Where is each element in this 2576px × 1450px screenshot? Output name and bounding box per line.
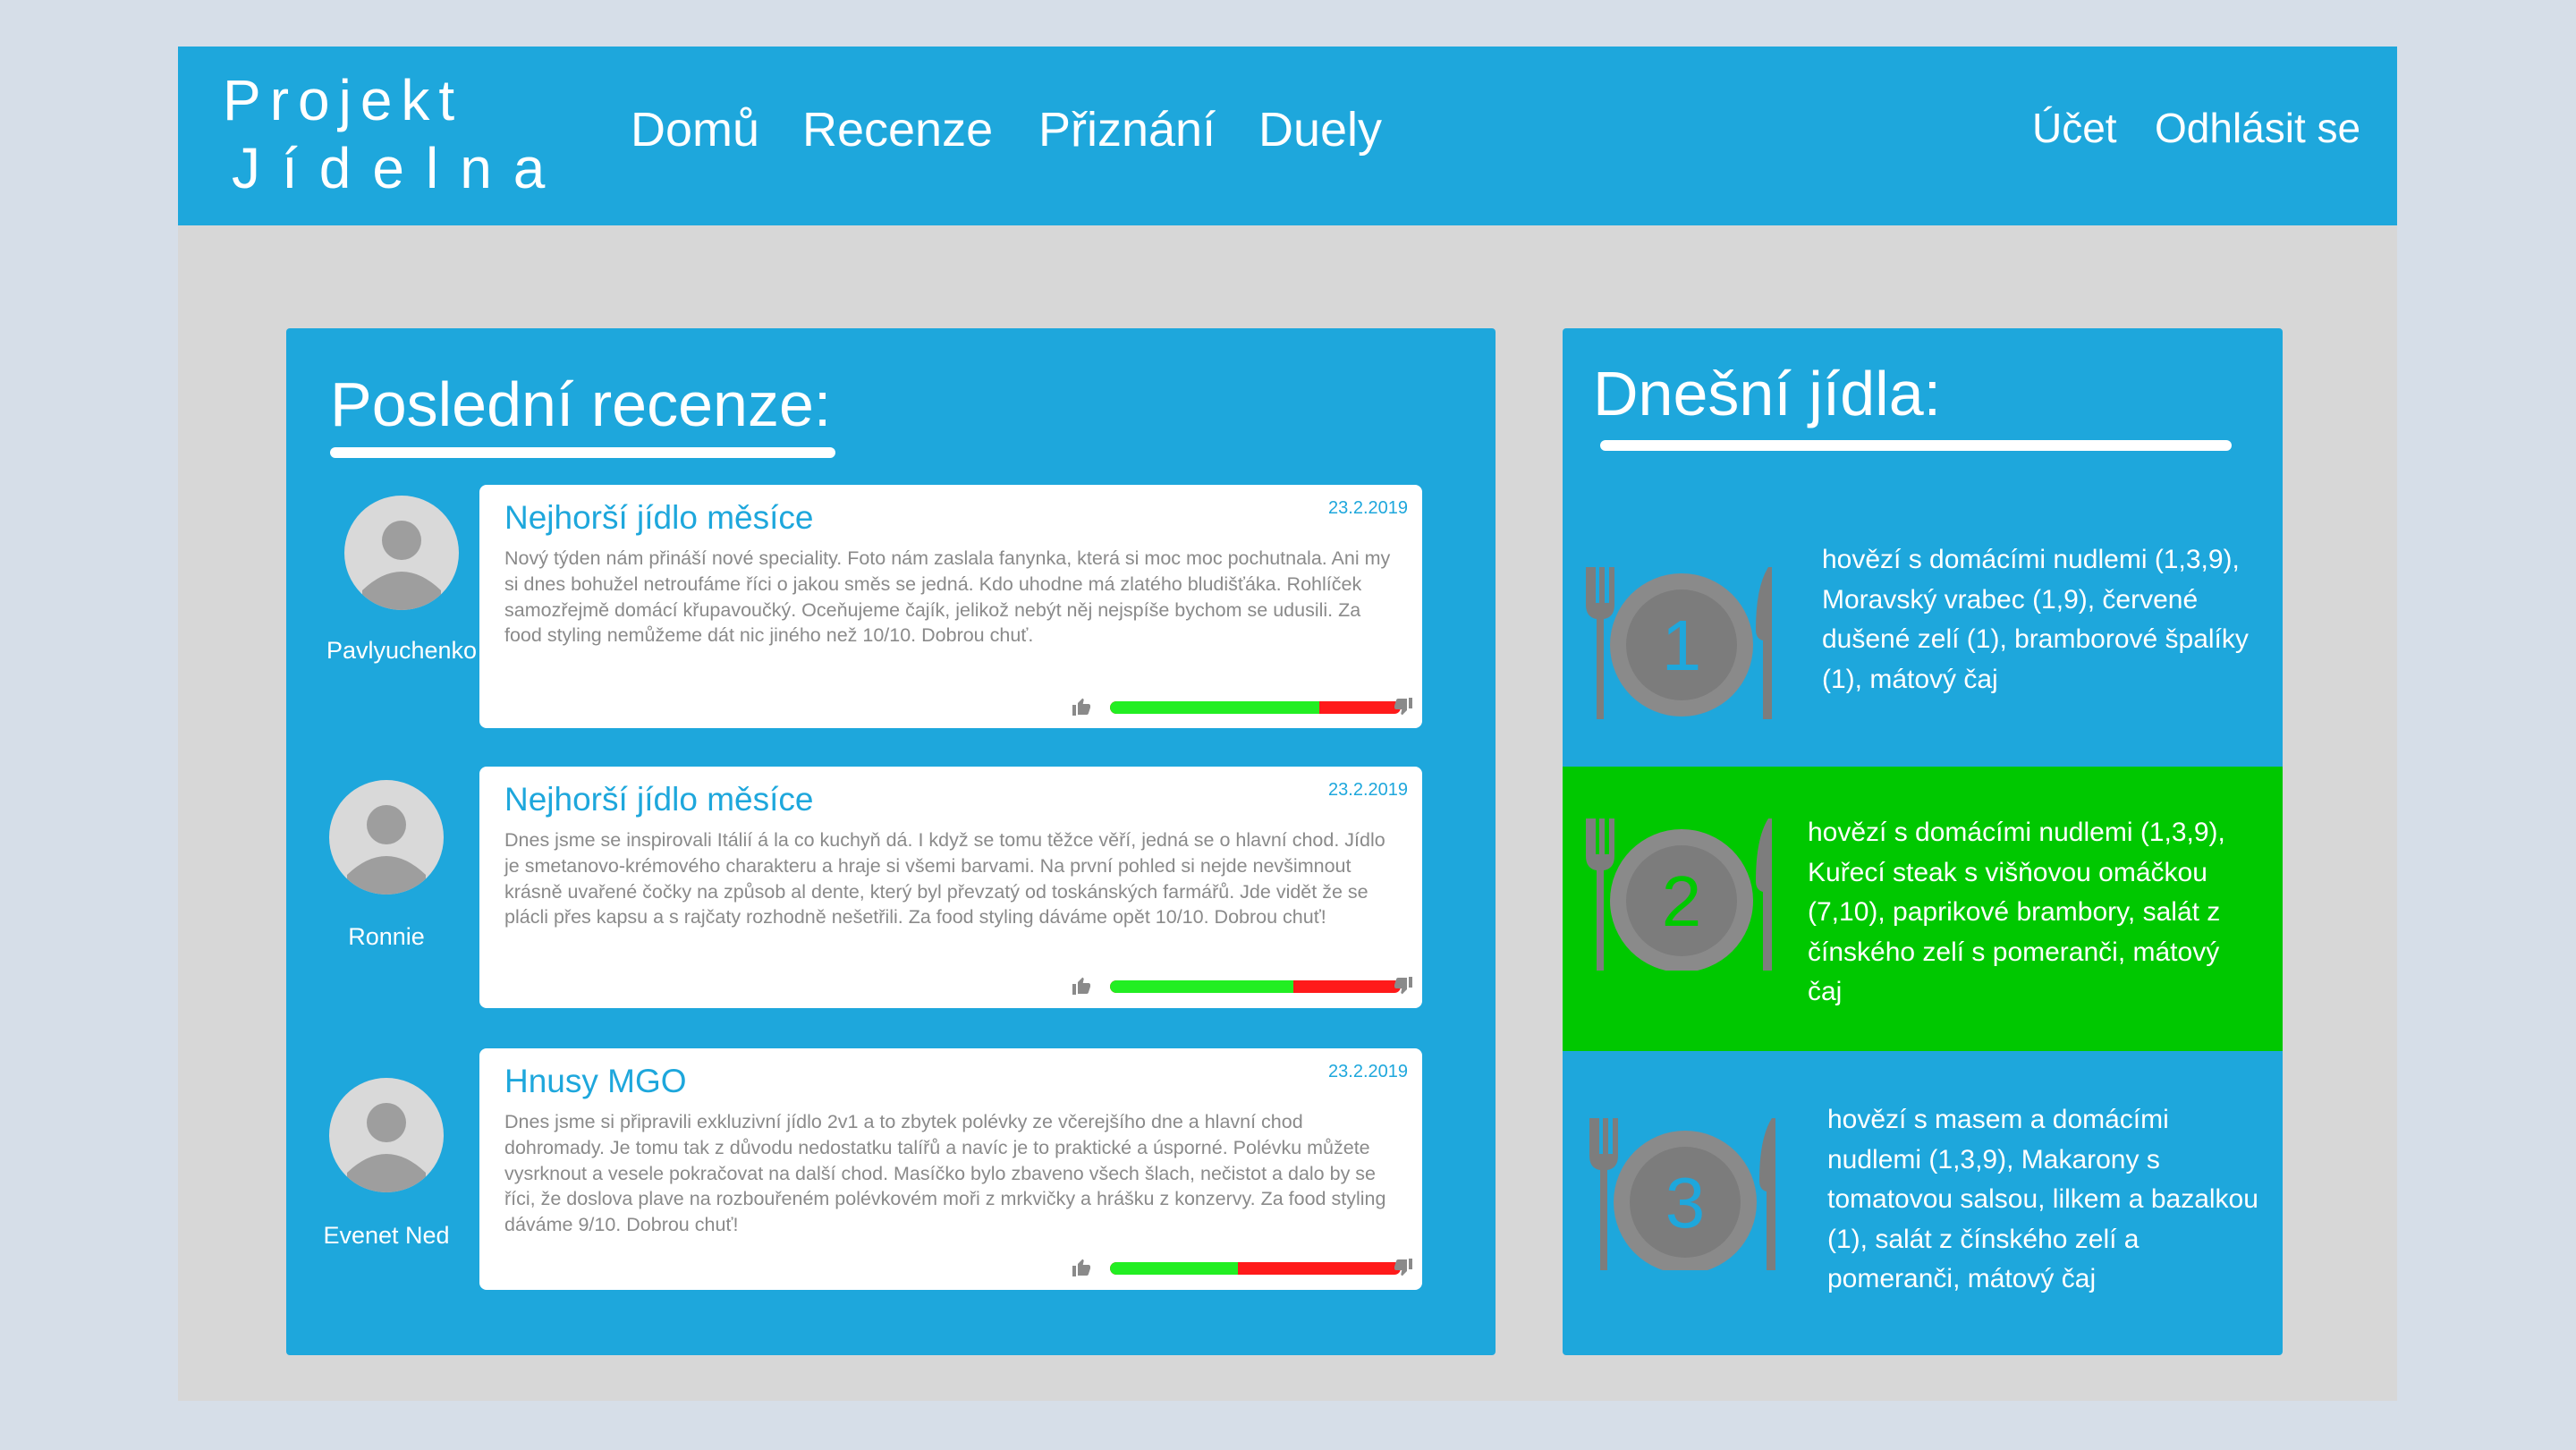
review-author[interactable]: Pavlyuchenko (317, 639, 487, 663)
thumbs-up-icon[interactable] (1070, 975, 1093, 996)
nav-home[interactable]: Domů (631, 106, 759, 154)
thumbs-down-icon[interactable] (1392, 1257, 1415, 1278)
meals-title: Dnešní jídla: (1593, 359, 1942, 428)
review-card[interactable]: Nejhorší jídlo měsíce 23.2.2019 Nový týd… (479, 485, 1422, 728)
meal-item[interactable]: 3 hovězí s masem a domácími nudlemi (1,3… (1563, 1051, 2283, 1355)
review-item: Evenet Ned Hnusy MGO 23.2.2019 Dnes jsme… (286, 1048, 1496, 1294)
review-author[interactable]: Evenet Ned (301, 1224, 471, 1248)
user-icon (362, 521, 441, 610)
avatar[interactable] (329, 780, 444, 895)
nav-reviews[interactable]: Recenze (802, 106, 993, 154)
review-card[interactable]: Hnusy MGO 23.2.2019 Dnes jsme si připrav… (479, 1048, 1422, 1290)
meal-description: hovězí s masem a domácími nudlemi (1,3,9… (1827, 1105, 2258, 1293)
review-text: Nový týden nám přináší nové speciality. … (504, 547, 1391, 647)
plate-cutlery-icon: 3 (1589, 1118, 1775, 1270)
top-navbar: Projekt Jídelna Domů Recenze Přiznání Du… (178, 47, 2397, 225)
review-card[interactable]: Nejhorší jídlo měsíce 23.2.2019 Dnes jsm… (479, 767, 1422, 1008)
review-item: Ronnie Nejhorší jídlo měsíce 23.2.2019 D… (286, 767, 1496, 1013)
avatar[interactable] (344, 496, 459, 610)
todays-meals-panel: Dnešní jídla: 1 hovězí s domácími nudlem… (1563, 328, 2283, 1355)
rating-bar (1070, 1257, 1415, 1278)
review-date: 23.2.2019 (1328, 498, 1408, 518)
nav-account[interactable]: Účet (2032, 107, 2117, 148)
svg-text:3: 3 (1665, 1163, 1706, 1242)
review-title[interactable]: Nejhorší jídlo měsíce (504, 783, 813, 816)
user-icon (347, 1103, 426, 1192)
review-date: 23.2.2019 (1328, 1062, 1408, 1081)
review-text: Dnes jsme si připravili exkluzivní jídlo… (504, 1111, 1386, 1236)
logo[interactable]: Projekt Jídelna (205, 66, 545, 209)
logo-line-1: Projekt (223, 68, 464, 132)
thumbs-down-icon[interactable] (1392, 696, 1415, 717)
nav-duels[interactable]: Duely (1258, 106, 1382, 154)
thumbs-up-icon[interactable] (1070, 1257, 1093, 1278)
thumbs-up-icon[interactable] (1070, 696, 1093, 717)
thumbs-down-icon[interactable] (1392, 975, 1415, 996)
plate-cutlery-icon: 2 (1586, 818, 1772, 971)
nav-confessions[interactable]: Přiznání (1038, 106, 1216, 154)
meal-description: hovězí s domácími nudlemi (1,3,9), Kuřec… (1808, 818, 2225, 1006)
meal-item-active[interactable]: 2 hovězí s domácími nudlemi (1,3,9), Kuř… (1563, 767, 2283, 1051)
avatar[interactable] (329, 1078, 444, 1192)
meals-title-underline (1600, 440, 2232, 451)
review-date: 23.2.2019 (1328, 780, 1408, 800)
review-author[interactable]: Ronnie (301, 925, 471, 949)
logo-line-2: Jídelna (232, 136, 567, 200)
meal-description: hovězí s domácími nudlemi (1,3,9), Morav… (1822, 545, 2249, 694)
reviews-title: Poslední recenze: (330, 369, 832, 439)
user-icon (347, 805, 426, 895)
plate-cutlery-icon: 1 (1586, 567, 1772, 719)
reviews-panel: Poslední recenze: Pavlyuchenko Nejhorší … (286, 328, 1496, 1355)
rating-bar (1070, 696, 1415, 717)
like-dislike-ratio (1110, 1262, 1401, 1275)
rating-bar (1070, 975, 1415, 996)
svg-text:2: 2 (1662, 861, 1702, 941)
review-title[interactable]: Nejhorší jídlo měsíce (504, 501, 813, 534)
like-dislike-ratio (1110, 701, 1401, 714)
review-text: Dnes jsme se inspirovali Itálií á la co … (504, 829, 1385, 929)
review-item: Pavlyuchenko Nejhorší jídlo měsíce 23.2.… (286, 485, 1496, 731)
page-frame: Projekt Jídelna Domů Recenze Přiznání Du… (178, 47, 2397, 1401)
meal-item[interactable]: 1 hovězí s domácími nudlemi (1,3,9), Mor… (1563, 485, 2283, 767)
nav-logout[interactable]: Odhlásit se (2155, 107, 2360, 148)
review-title[interactable]: Hnusy MGO (504, 1064, 687, 1098)
like-dislike-ratio (1110, 980, 1401, 993)
reviews-title-underline (330, 447, 835, 458)
svg-text:1: 1 (1662, 606, 1702, 685)
